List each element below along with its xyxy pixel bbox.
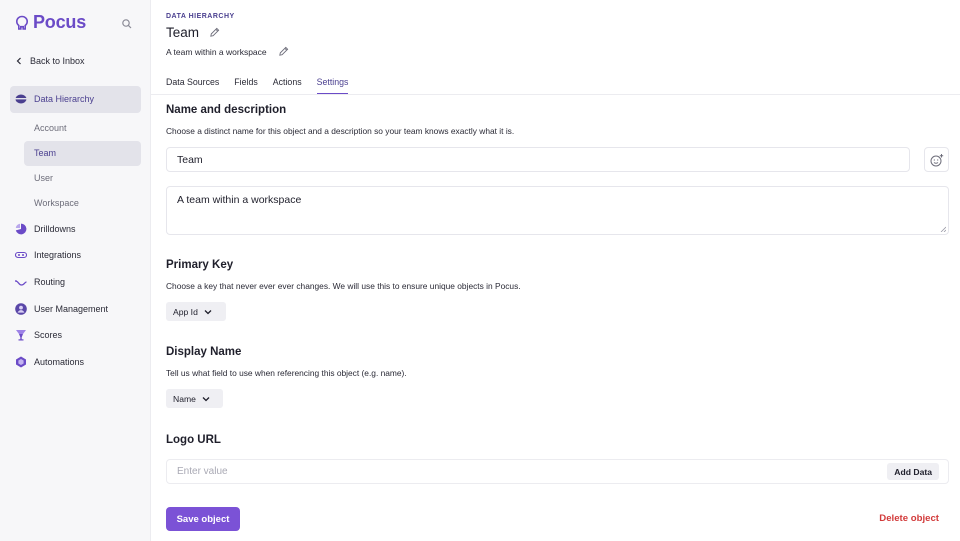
edit-subtitle-pencil-icon[interactable] [278,46,289,57]
add-data-button[interactable]: Add Data [887,463,939,480]
sidebar-item-label: Scores [34,330,63,341]
search-icon[interactable] [121,18,133,30]
sidebar-subitem-team[interactable]: Team [24,140,141,166]
resize-handle-icon[interactable] [940,226,946,232]
sidebar-item-label: Data Hierarchy [34,94,95,105]
delete-object-button[interactable]: Delete object [879,513,939,524]
description-text: A team within a workspace [177,194,302,206]
save-object-button[interactable]: Save object [166,507,240,531]
subtitle-row: A team within a workspace [166,46,289,57]
object-description-textarea[interactable]: A team within a workspace [166,186,949,235]
sidebar-item-label: User Management [34,303,109,314]
primary-key-value: App Id [173,306,198,317]
emoji-add-icon [930,153,943,166]
page-title: Team [166,25,200,40]
display-name-select[interactable]: Name [166,389,223,408]
display-name-value: Name [173,393,196,404]
chevron-down-icon [204,309,212,314]
tab-bar: Data Sources Fields Actions Settings [166,72,349,94]
logo-url-placeholder: Enter value [177,466,228,477]
sidebar-item-label: Integrations [34,250,82,261]
tab-divider [151,94,960,95]
object-name-input[interactable]: Team [166,147,910,172]
main-content: Data Hierarchy Team A team within a work… [151,0,960,541]
sidebar-subitem-label: Workspace [34,198,79,209]
sidebar-item-scores[interactable]: Scores [10,322,141,349]
pocus-logo-icon [15,15,29,30]
sidebar-subitem-label: User [34,173,54,184]
sidebar-item-drilldowns[interactable]: Drilldowns [10,216,141,243]
breadcrumb[interactable]: Data Hierarchy [166,13,235,20]
tab-settings[interactable]: Settings [316,72,349,94]
primary-key-select[interactable]: App Id [166,302,226,321]
user-icon [15,302,27,315]
logo[interactable]: Pocus [14,12,86,33]
sidebar-subitem-label: Team [34,148,57,159]
trophy-icon [16,330,26,341]
integrations-icon [15,252,27,259]
add-emoji-button[interactable] [924,147,949,172]
sidebar-item-automations[interactable]: Automations [10,349,141,376]
back-label: Back to Inbox [30,56,85,66]
display-name-section-title: Display Name [166,346,242,358]
display-name-section-description: Tell us what field to use when referenci… [166,368,407,378]
sidebar-item-data-hierarchy[interactable]: Data Hierarchy [10,86,141,113]
title-row: Team [166,25,220,40]
sidebar-subitem-account[interactable]: Account [24,116,141,141]
back-to-inbox-link[interactable]: Back to Inbox [16,56,85,66]
sidebar-item-label: Automations [34,356,85,367]
sidebar-subitem-label: Account [34,123,67,134]
edit-title-pencil-icon[interactable] [209,27,220,38]
sidebar-item-label: Routing [34,277,66,288]
logo-text: Pocus [33,12,87,32]
sidebar-subitem-workspace[interactable]: Workspace [24,191,141,216]
name-section-title: Name and description [166,104,287,116]
sidebar: Pocus Back to Inbox Data Hierarchy Accou… [0,0,151,541]
sidebar-item-integrations[interactable]: Integrations [10,242,141,269]
chevron-left-icon [16,57,21,65]
page-subtitle: A team within a workspace [166,46,267,57]
primary-key-section-title: Primary Key [166,259,234,271]
logo-url-input[interactable]: Enter value Add Data [166,459,949,484]
sidebar-nav: Data Hierarchy Account Team User Workspa… [10,86,141,375]
routing-icon [15,280,27,286]
sidebar-item-label: Drilldowns [34,223,76,234]
logo-url-section-title: Logo URL [166,434,221,446]
automations-icon [16,356,26,368]
data-hierarchy-icon [15,94,27,104]
tab-data-sources[interactable]: Data Sources [166,72,219,94]
chevron-down-icon [202,396,210,401]
tab-actions[interactable]: Actions [273,72,302,94]
sidebar-item-user-management[interactable]: User Management [10,295,141,322]
name-section-description: Choose a distinct name for this object a… [166,126,515,136]
pie-chart-icon [15,223,27,235]
primary-key-section-description: Choose a key that never ever ever change… [166,281,521,291]
tab-fields[interactable]: Fields [234,72,257,94]
sidebar-subitem-user[interactable]: User [24,166,141,191]
sidebar-item-routing[interactable]: Routing [10,269,141,296]
